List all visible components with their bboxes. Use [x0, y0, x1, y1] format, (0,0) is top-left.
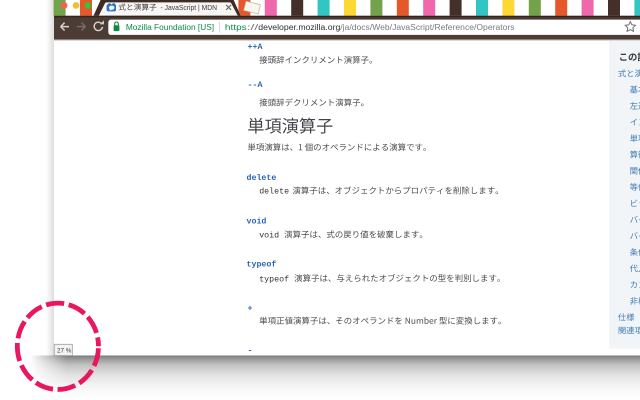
svg-text:developer.mozilla.org: developer.mozilla.org: [258, 23, 340, 32]
svg-text:delete: delete: [247, 173, 277, 183]
svg-text:++A: ++A: [248, 43, 263, 52]
svg-text:void: void: [259, 231, 279, 241]
svg-text:Mozilla Foundation [US]: Mozilla Foundation [US]: [126, 23, 214, 32]
svg-text:-: -: [248, 346, 253, 355]
svg-text:+: +: [248, 305, 253, 314]
svg-text:/ja/docs/Web/JavaScript/Refere: /ja/docs/Web/JavaScript/Reference/Operat…: [340, 23, 514, 32]
svg-text:--A: --A: [248, 81, 263, 90]
svg-text:typeof: typeof: [247, 260, 277, 270]
svg-text:https: https: [225, 23, 247, 32]
svg-text:typeof: typeof: [259, 274, 289, 284]
svg-text:void: void: [247, 217, 267, 227]
svg-text:delete: delete: [259, 187, 289, 197]
svg-text:- JavaScript | MDN: - JavaScript | MDN: [161, 3, 218, 12]
svg-text:27 %: 27 %: [57, 347, 72, 354]
